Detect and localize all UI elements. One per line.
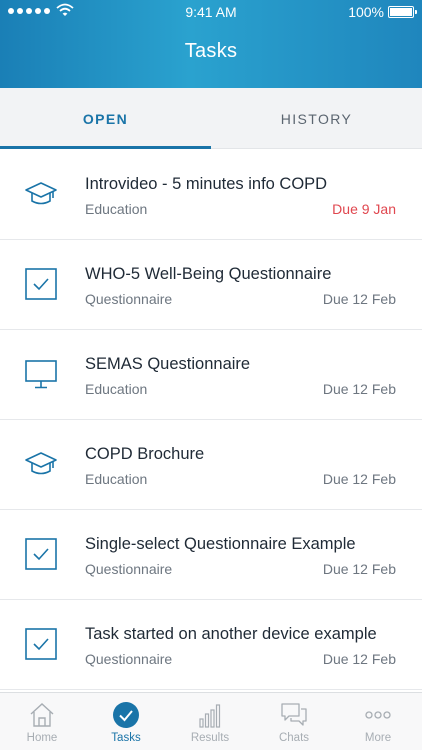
task-due-date: Due 12 Feb [322,561,396,577]
tabbar-more[interactable]: More [336,693,420,750]
task-due-date: Due 9 Jan [332,201,396,217]
graduation-cap-icon [25,452,57,475]
tab-history[interactable]: HISTORY [211,88,422,149]
more-dots-icon [365,711,391,719]
tabbar-label: Results [190,732,230,744]
task-category: Education [85,201,148,217]
task-category: Questionnaire [85,561,173,577]
tabbar-home[interactable]: Home [0,693,84,750]
task-list: Introvideo - 5 minutes info COPD Educati… [0,150,422,690]
chat-bubbles-icon [281,703,307,726]
tabbar-results[interactable]: Results [168,693,252,750]
task-row[interactable]: Task started on another device example Q… [0,600,422,690]
task-title: Single-select Questionnaire Example [85,535,356,553]
task-category: Questionnaire [85,291,173,307]
app-header: 9:41 AM 100% Tasks [0,0,422,88]
task-row[interactable]: Single-select Questionnaire Example Ques… [0,510,422,600]
battery-percent: 100% [348,4,384,20]
tabbar-label: More [364,732,392,744]
task-due-date: Due 12 Feb [322,651,396,667]
tabbar-label: Tasks [111,732,141,744]
tabbar-tasks[interactable]: Tasks [84,693,168,750]
task-category: Education [85,381,148,397]
tabbar-label: Home [26,732,58,744]
tab-open[interactable]: OPEN [0,88,211,149]
task-row[interactable]: WHO-5 Well-Being Questionnaire Questionn… [0,240,422,330]
task-due-date: Due 12 Feb [322,291,396,307]
task-category: Questionnaire [85,651,173,667]
task-row[interactable]: COPD Brochure Education Due 12 Feb [0,420,422,510]
home-icon [30,703,54,727]
tabbar-chats[interactable]: Chats [252,693,336,750]
active-tab-indicator [0,146,211,149]
task-row[interactable]: Introvideo - 5 minutes info COPD Educati… [0,150,422,240]
monitor-icon [25,360,57,389]
status-bar: 9:41 AM 100% [0,0,422,24]
battery-icon [388,6,417,18]
task-title: WHO-5 Well-Being Questionnaire [85,265,332,283]
graduation-cap-icon [25,182,57,205]
checkbox-icon [25,538,57,570]
checkbox-icon [25,628,57,660]
task-title: Task started on another device example [85,625,377,643]
task-row[interactable]: SEMAS Questionnaire Education Due 12 Feb [0,330,422,420]
task-title: SEMAS Questionnaire [85,355,251,373]
task-due-date: Due 12 Feb [322,381,396,397]
tabbar-label: Chats [278,732,310,744]
segmented-tabs: OPEN HISTORY [0,88,422,149]
task-title: Introvideo - 5 minutes info COPD [85,175,328,193]
task-due-date: Due 12 Feb [322,471,396,487]
task-title: COPD Brochure [85,445,205,463]
check-circle-icon [113,702,139,728]
bottom-tab-bar: Home Tasks Results Chats More [0,692,422,750]
bar-chart-icon [199,704,221,728]
task-category: Education [85,471,148,487]
checkbox-icon [25,268,57,300]
page-title: Tasks [184,40,238,62]
